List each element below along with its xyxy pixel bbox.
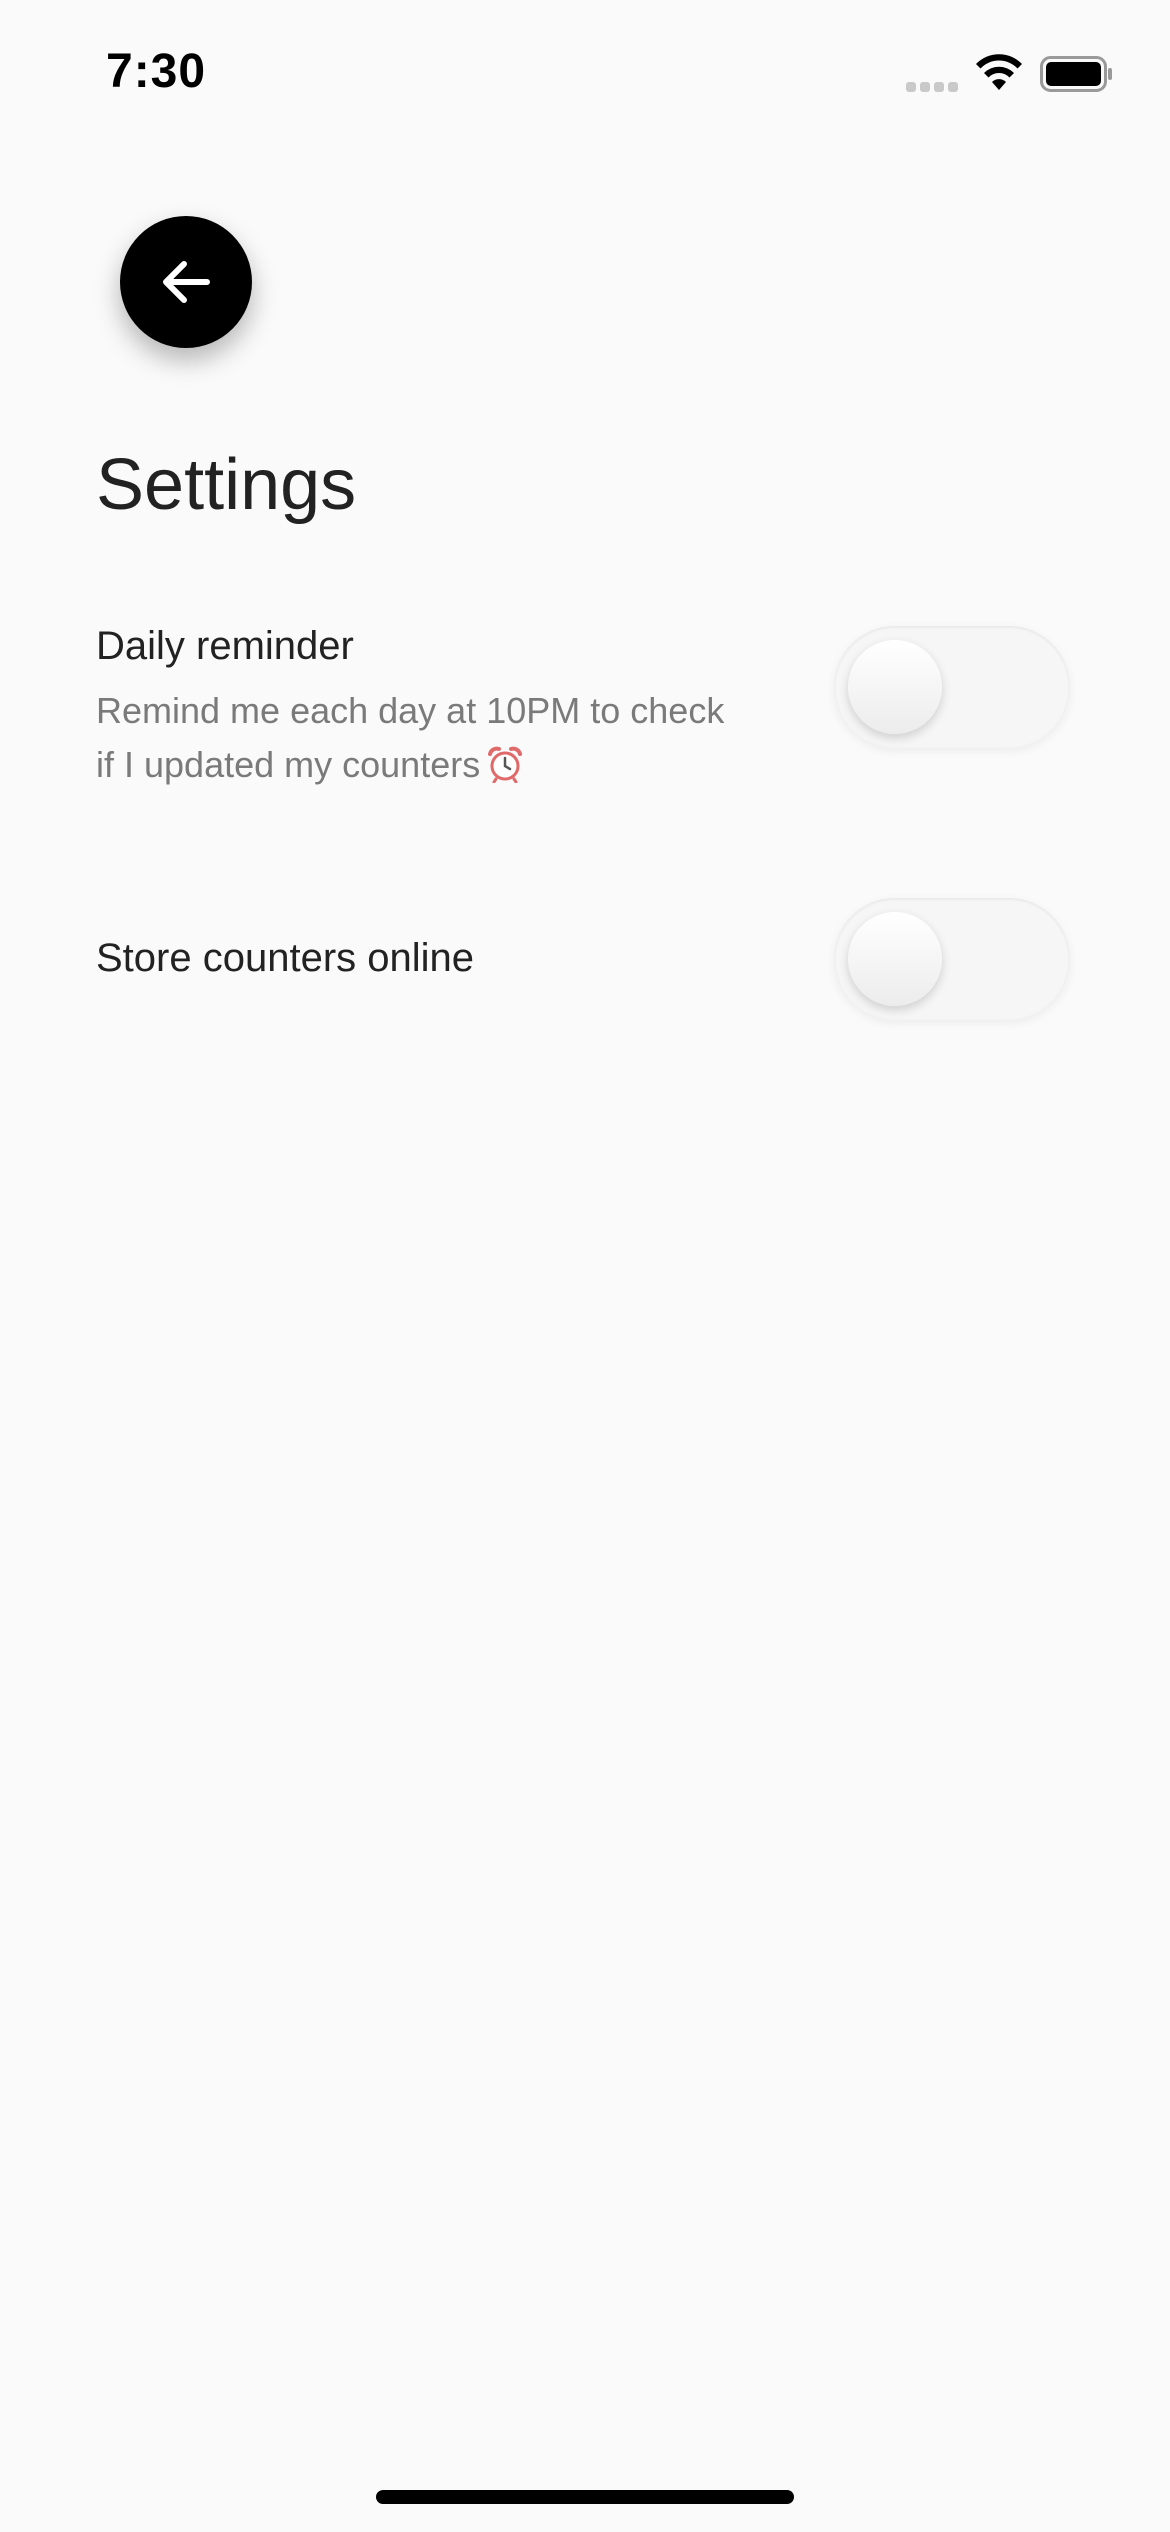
page-title: Settings: [96, 445, 357, 525]
wifi-icon: [976, 54, 1022, 90]
toggle-knob: [848, 640, 942, 734]
alarm-clock-icon: [488, 746, 523, 783]
toggle-knob: [848, 912, 942, 1006]
setting-description-daily-reminder: Remind me each day at 10PM to check if I…: [96, 684, 736, 792]
home-indicator[interactable]: [376, 2490, 794, 2504]
status-bar: 7:30: [0, 0, 1170, 150]
signal-icon: [906, 82, 960, 92]
setting-description-text: Remind me each day at 10PM to check if I…: [96, 690, 725, 785]
status-time: 7:30: [106, 45, 207, 98]
store-counters-online-toggle[interactable]: [834, 898, 1070, 1020]
back-button[interactable]: [120, 216, 252, 348]
arrow-left-icon: [163, 261, 210, 303]
daily-reminder-toggle[interactable]: [834, 626, 1070, 748]
battery-icon: [1040, 56, 1112, 92]
